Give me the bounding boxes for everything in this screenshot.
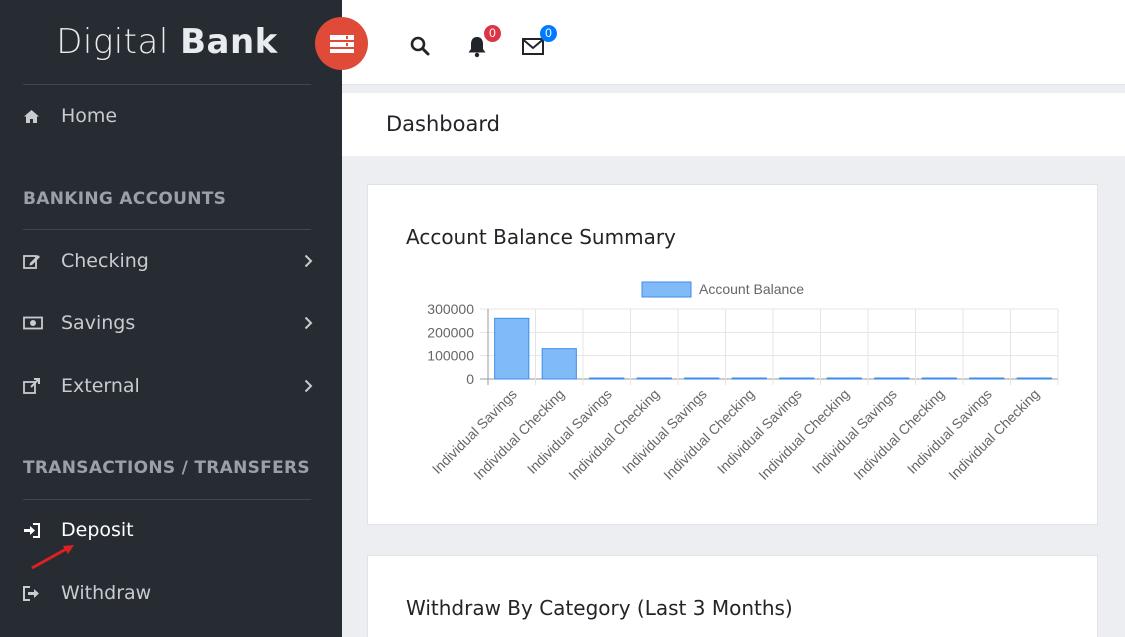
section-title-banking: BANKING ACCOUNTS: [23, 189, 227, 209]
x-tick-label: Individual Savings: [619, 386, 710, 477]
top-header: 0 0: [342, 0, 1125, 85]
brand-name-bold: Bank: [180, 22, 278, 62]
chart-bar: [779, 377, 815, 380]
x-tick-label: Individual Checking: [565, 386, 662, 483]
card-title: Withdraw By Category (Last 3 Months): [406, 596, 793, 620]
annotation-arrow-icon: [31, 545, 74, 570]
sidebar-divider: [23, 229, 311, 230]
sign-out-icon: [23, 585, 61, 601]
chevron-right-icon: [299, 316, 313, 330]
bell-icon[interactable]: [467, 36, 487, 63]
y-tick-label: 0: [466, 371, 474, 387]
sidebar-item-label: Checking: [61, 250, 149, 272]
account-balance-chart: Account Balance 3000002000001000000Indiv…: [427, 281, 1059, 483]
x-tick-label: Individual Checking: [660, 386, 757, 483]
envelope-icon[interactable]: [522, 38, 544, 60]
chevron-right-icon: [299, 379, 313, 393]
brand-logo[interactable]: Digital Bank: [0, 22, 334, 62]
chart-bar: [684, 377, 720, 380]
chart-bar: [589, 377, 625, 380]
brand-name-light: Digital: [56, 22, 169, 62]
sidebar-item-checking[interactable]: Checking: [23, 241, 313, 281]
sidebar-item-home[interactable]: Home: [23, 96, 313, 136]
x-tick-label: Individual Savings: [524, 386, 615, 477]
x-tick-label: Individual Checking: [850, 386, 947, 483]
menu-toggle-button[interactable]: [315, 17, 368, 70]
sign-in-icon: [23, 522, 61, 538]
x-tick-label: Individual Checking: [945, 386, 1042, 483]
x-tick-label: Individual Checking: [470, 386, 567, 483]
edit-icon: [23, 253, 61, 269]
chart-bar: [826, 377, 862, 380]
withdraw-category-card: Withdraw By Category (Last 3 Months): [367, 555, 1098, 637]
sidebar-item-label: Home: [61, 105, 118, 127]
home-icon: [23, 109, 61, 124]
page-title: Dashboard: [386, 112, 500, 136]
sidebar-item-savings[interactable]: Savings: [23, 303, 313, 343]
sidebar-item-label: Savings: [61, 312, 136, 334]
sidebar-item-withdraw[interactable]: Withdraw: [23, 573, 313, 613]
section-title-transactions: TRANSACTIONS / TRANSFERS: [23, 458, 310, 478]
chart-bar: [921, 377, 957, 380]
chart-bar: [874, 377, 910, 380]
x-tick-label: Individual Savings: [809, 386, 900, 477]
external-link-icon: [23, 378, 61, 394]
chart-bar: [731, 377, 767, 380]
sidebar-item-label: External: [61, 375, 140, 397]
sidebar-item-label: Deposit: [61, 519, 134, 541]
sidebar-divider: [23, 84, 311, 85]
notifications-badge: 0: [484, 25, 501, 42]
y-tick-label: 100000: [427, 348, 474, 364]
y-tick-label: 200000: [427, 324, 474, 340]
x-tick-label: Individual Checking: [755, 386, 852, 483]
page-title-bar: Dashboard: [342, 93, 1125, 156]
legend-swatch: [641, 281, 692, 298]
sidebar: Digital Bank Home BANKING ACCOUNTS Check…: [0, 0, 342, 637]
account-balance-card: Account Balance Summary Account Balance …: [367, 184, 1098, 525]
x-tick-label: Individual Savings: [429, 386, 520, 477]
messages-badge: 0: [540, 25, 557, 42]
chart-bar: [494, 317, 530, 380]
chart-bar: [541, 348, 577, 380]
legend-label: Account Balance: [699, 281, 804, 297]
x-tick-label: Individual Savings: [904, 386, 995, 477]
sidebar-item-external[interactable]: External: [23, 366, 313, 406]
chart-bar: [1016, 377, 1052, 380]
money-icon: [23, 316, 61, 330]
chart-bar: [636, 377, 672, 380]
sidebar-item-label: Withdraw: [61, 582, 152, 604]
menu-icon: [329, 34, 354, 53]
search-icon[interactable]: [410, 36, 430, 61]
sidebar-divider: [23, 499, 311, 500]
chart-bar: [969, 377, 1005, 380]
chevron-right-icon: [299, 254, 313, 268]
x-tick-label: Individual Savings: [714, 386, 805, 477]
y-tick-label: 300000: [427, 301, 474, 317]
